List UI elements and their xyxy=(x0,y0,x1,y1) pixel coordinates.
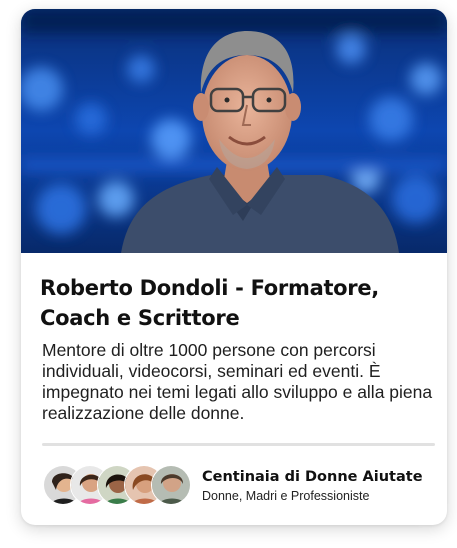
stats-subtitle: Donne, Madri e Professioniste xyxy=(202,489,370,503)
profile-photo xyxy=(21,9,447,253)
stats-title: Centinaia di Donne Aiutate xyxy=(202,469,423,485)
profile-description: Mentore di oltre 1000 persone con percor… xyxy=(42,340,433,423)
profile-card: Roberto Dondoli - Formatore, Coach e Scr… xyxy=(21,9,447,525)
avatar xyxy=(151,465,191,505)
profile-title: Roberto Dondoli - Formatore, Coach e Scr… xyxy=(40,276,379,330)
avatar-group xyxy=(43,465,193,507)
divider xyxy=(42,443,435,446)
